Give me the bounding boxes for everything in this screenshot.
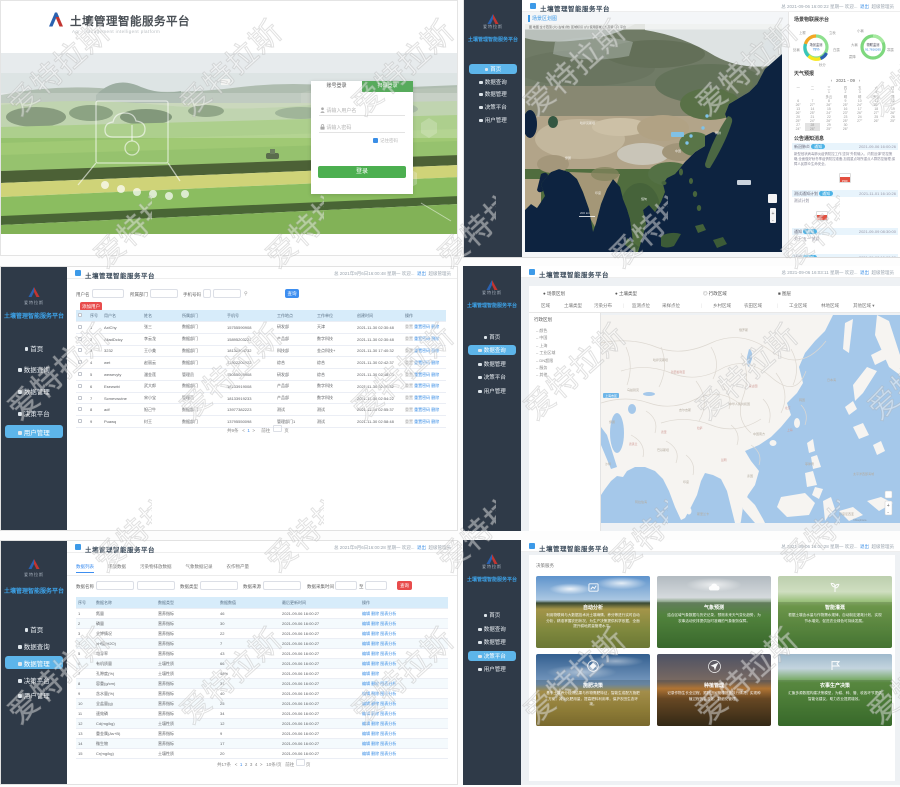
svg-text:俄罗斯: 俄罗斯	[739, 327, 748, 332]
svg-text:秋分: 秋分	[819, 62, 826, 67]
svg-text:蒙古国: 蒙古国	[749, 384, 758, 388]
svg-text:德黑兰: 德黑兰	[629, 442, 638, 446]
svg-text:上海: 上海	[787, 428, 793, 432]
svg-text:立秋: 立秋	[829, 30, 836, 35]
svg-text:拉萨: 拉萨	[697, 426, 703, 430]
svg-text:北京: 北京	[785, 406, 791, 410]
svg-text:+: +	[772, 211, 775, 217]
svg-text:缅甸: 缅甸	[641, 196, 647, 201]
svg-text:91.7816265: 91.7816265	[865, 48, 881, 52]
svg-text:乌兹别克: 乌兹别克	[627, 387, 639, 392]
svg-text:上覆: 上覆	[799, 30, 806, 35]
svg-text:新西伯利亚: 新西伯利亚	[671, 370, 685, 374]
svg-text:处暑: 处暑	[793, 47, 800, 52]
svg-text:沙特: 沙特	[605, 461, 611, 466]
svg-text:哈萨克斯坦: 哈萨克斯坦	[653, 357, 668, 362]
svg-text:中国: 中国	[675, 148, 681, 153]
svg-text:小暑: 小暑	[857, 28, 864, 33]
svg-text:哈萨克斯坦: 哈萨克斯坦	[580, 120, 595, 125]
svg-text:©MapData: ©MapData	[853, 518, 867, 522]
svg-text:印度: 印度	[683, 479, 689, 484]
svg-text:场景监测: 场景监测	[810, 42, 823, 47]
svg-text:霜降: 霜降	[849, 54, 856, 59]
svg-text:物联监测: 物联监测	[867, 42, 880, 47]
svg-text:大暑: 大暑	[851, 42, 858, 47]
svg-text:昆明: 昆明	[721, 458, 727, 462]
svg-text:伊朗: 伊朗	[609, 419, 615, 424]
svg-text:寒露: 寒露	[887, 47, 894, 52]
svg-text:日本海: 日本海	[827, 377, 836, 382]
svg-text:上海市区: 上海市区	[605, 393, 617, 398]
svg-text:朝鲜: 朝鲜	[715, 130, 721, 135]
svg-text:中国南方: 中国南方	[753, 431, 765, 436]
svg-text:+: +	[887, 503, 890, 509]
svg-text:德里: 德里	[661, 430, 667, 434]
svg-text:斯里兰卡: 斯里兰卡	[697, 511, 709, 516]
svg-text:图 地图 全寸范围 (六) 古城 (防) 区域标识 (六): 图 地图 全寸范围 (六) 古城 (防) 区域标识 (六) 使用区域 (法 高特…	[529, 24, 626, 29]
svg-text:印度: 印度	[595, 190, 601, 195]
svg-text:巴基斯坦: 巴基斯坦	[657, 447, 669, 452]
svg-text:78%: 78%	[813, 48, 820, 52]
svg-text:200 km: 200 km	[580, 211, 590, 215]
svg-text:吉尔吉斯: 吉尔吉斯	[679, 407, 691, 412]
svg-text:韩国: 韩国	[799, 397, 805, 402]
svg-text:伊朗: 伊朗	[565, 155, 571, 160]
svg-text:阿拉伯海: 阿拉伯海	[635, 499, 647, 504]
svg-text:菲律宾: 菲律宾	[805, 461, 814, 466]
svg-text:印度尼西亚: 印度尼西亚	[839, 511, 854, 516]
svg-text:泰国: 泰国	[747, 473, 753, 478]
svg-text:中华人民共和国: 中华人民共和国	[729, 401, 750, 406]
svg-text:太平洋西部海域: 太平洋西部海域	[853, 471, 874, 476]
svg-text:白露: 白露	[833, 47, 840, 52]
